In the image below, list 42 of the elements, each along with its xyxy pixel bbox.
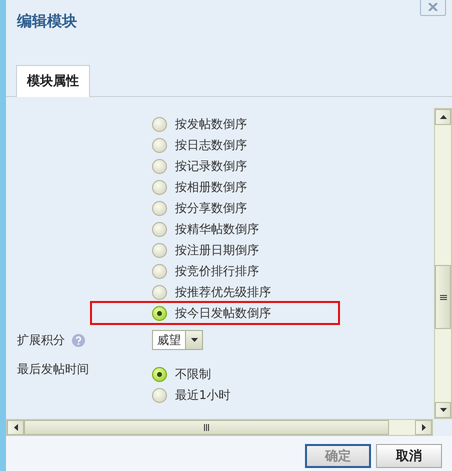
help-icon[interactable] — [72, 334, 85, 347]
grip-icon[interactable] — [204, 424, 209, 431]
field-label: 扩展积分 — [17, 332, 65, 349]
vertical-scrollbar[interactable] — [434, 108, 452, 419]
option-label: 按记录数倒序 — [175, 158, 247, 175]
option-label: 按发帖数倒序 — [175, 116, 247, 133]
dropdown[interactable]: 威望 — [152, 330, 203, 350]
radio-button[interactable] — [152, 306, 167, 321]
option-label: 按相册数倒序 — [175, 179, 247, 196]
option-label: 按精华帖数倒序 — [175, 221, 259, 238]
left-arrow-icon[interactable] — [14, 424, 18, 431]
radio-button[interactable] — [152, 138, 167, 153]
option-label: 按推荐优先级排序 — [175, 284, 271, 301]
radio-button[interactable] — [152, 180, 167, 195]
close-button[interactable] — [420, 0, 446, 16]
right-arrow-icon[interactable] — [422, 424, 426, 431]
radio-button[interactable] — [152, 117, 167, 132]
radio-button[interactable] — [152, 201, 167, 216]
option-label: 最近1小时 — [175, 387, 231, 404]
option-label: 按注册日期倒序 — [175, 242, 259, 259]
horizontal-scrollbar[interactable] — [6, 419, 433, 436]
grip-icon[interactable] — [440, 294, 446, 300]
radio-button[interactable] — [152, 367, 167, 382]
radio-button[interactable] — [152, 243, 167, 258]
option-label: 按日志数倒序 — [175, 137, 247, 154]
radio-button[interactable] — [152, 388, 167, 403]
radio-button[interactable] — [152, 285, 167, 300]
radio-button[interactable] — [152, 222, 167, 237]
cancel-button[interactable]: 取消 — [376, 444, 442, 468]
option-label: 不限制 — [175, 366, 211, 383]
field-label: 最后发帖时间 — [17, 361, 89, 378]
dialog-title: 编辑模块 — [17, 12, 77, 30]
radio-button[interactable] — [152, 264, 167, 279]
caret-icon[interactable] — [190, 338, 198, 342]
tab[interactable]: 模块属性 — [16, 65, 90, 97]
option-label: 按竞价排行排序 — [175, 263, 259, 280]
option-label: 按今日发帖数倒序 — [175, 305, 271, 322]
close-icon — [428, 3, 438, 11]
radio-button[interactable] — [152, 159, 167, 174]
option-label: 按分享数倒序 — [175, 200, 247, 217]
up-arrow-icon[interactable] — [440, 115, 446, 119]
down-arrow-icon[interactable] — [440, 408, 446, 412]
